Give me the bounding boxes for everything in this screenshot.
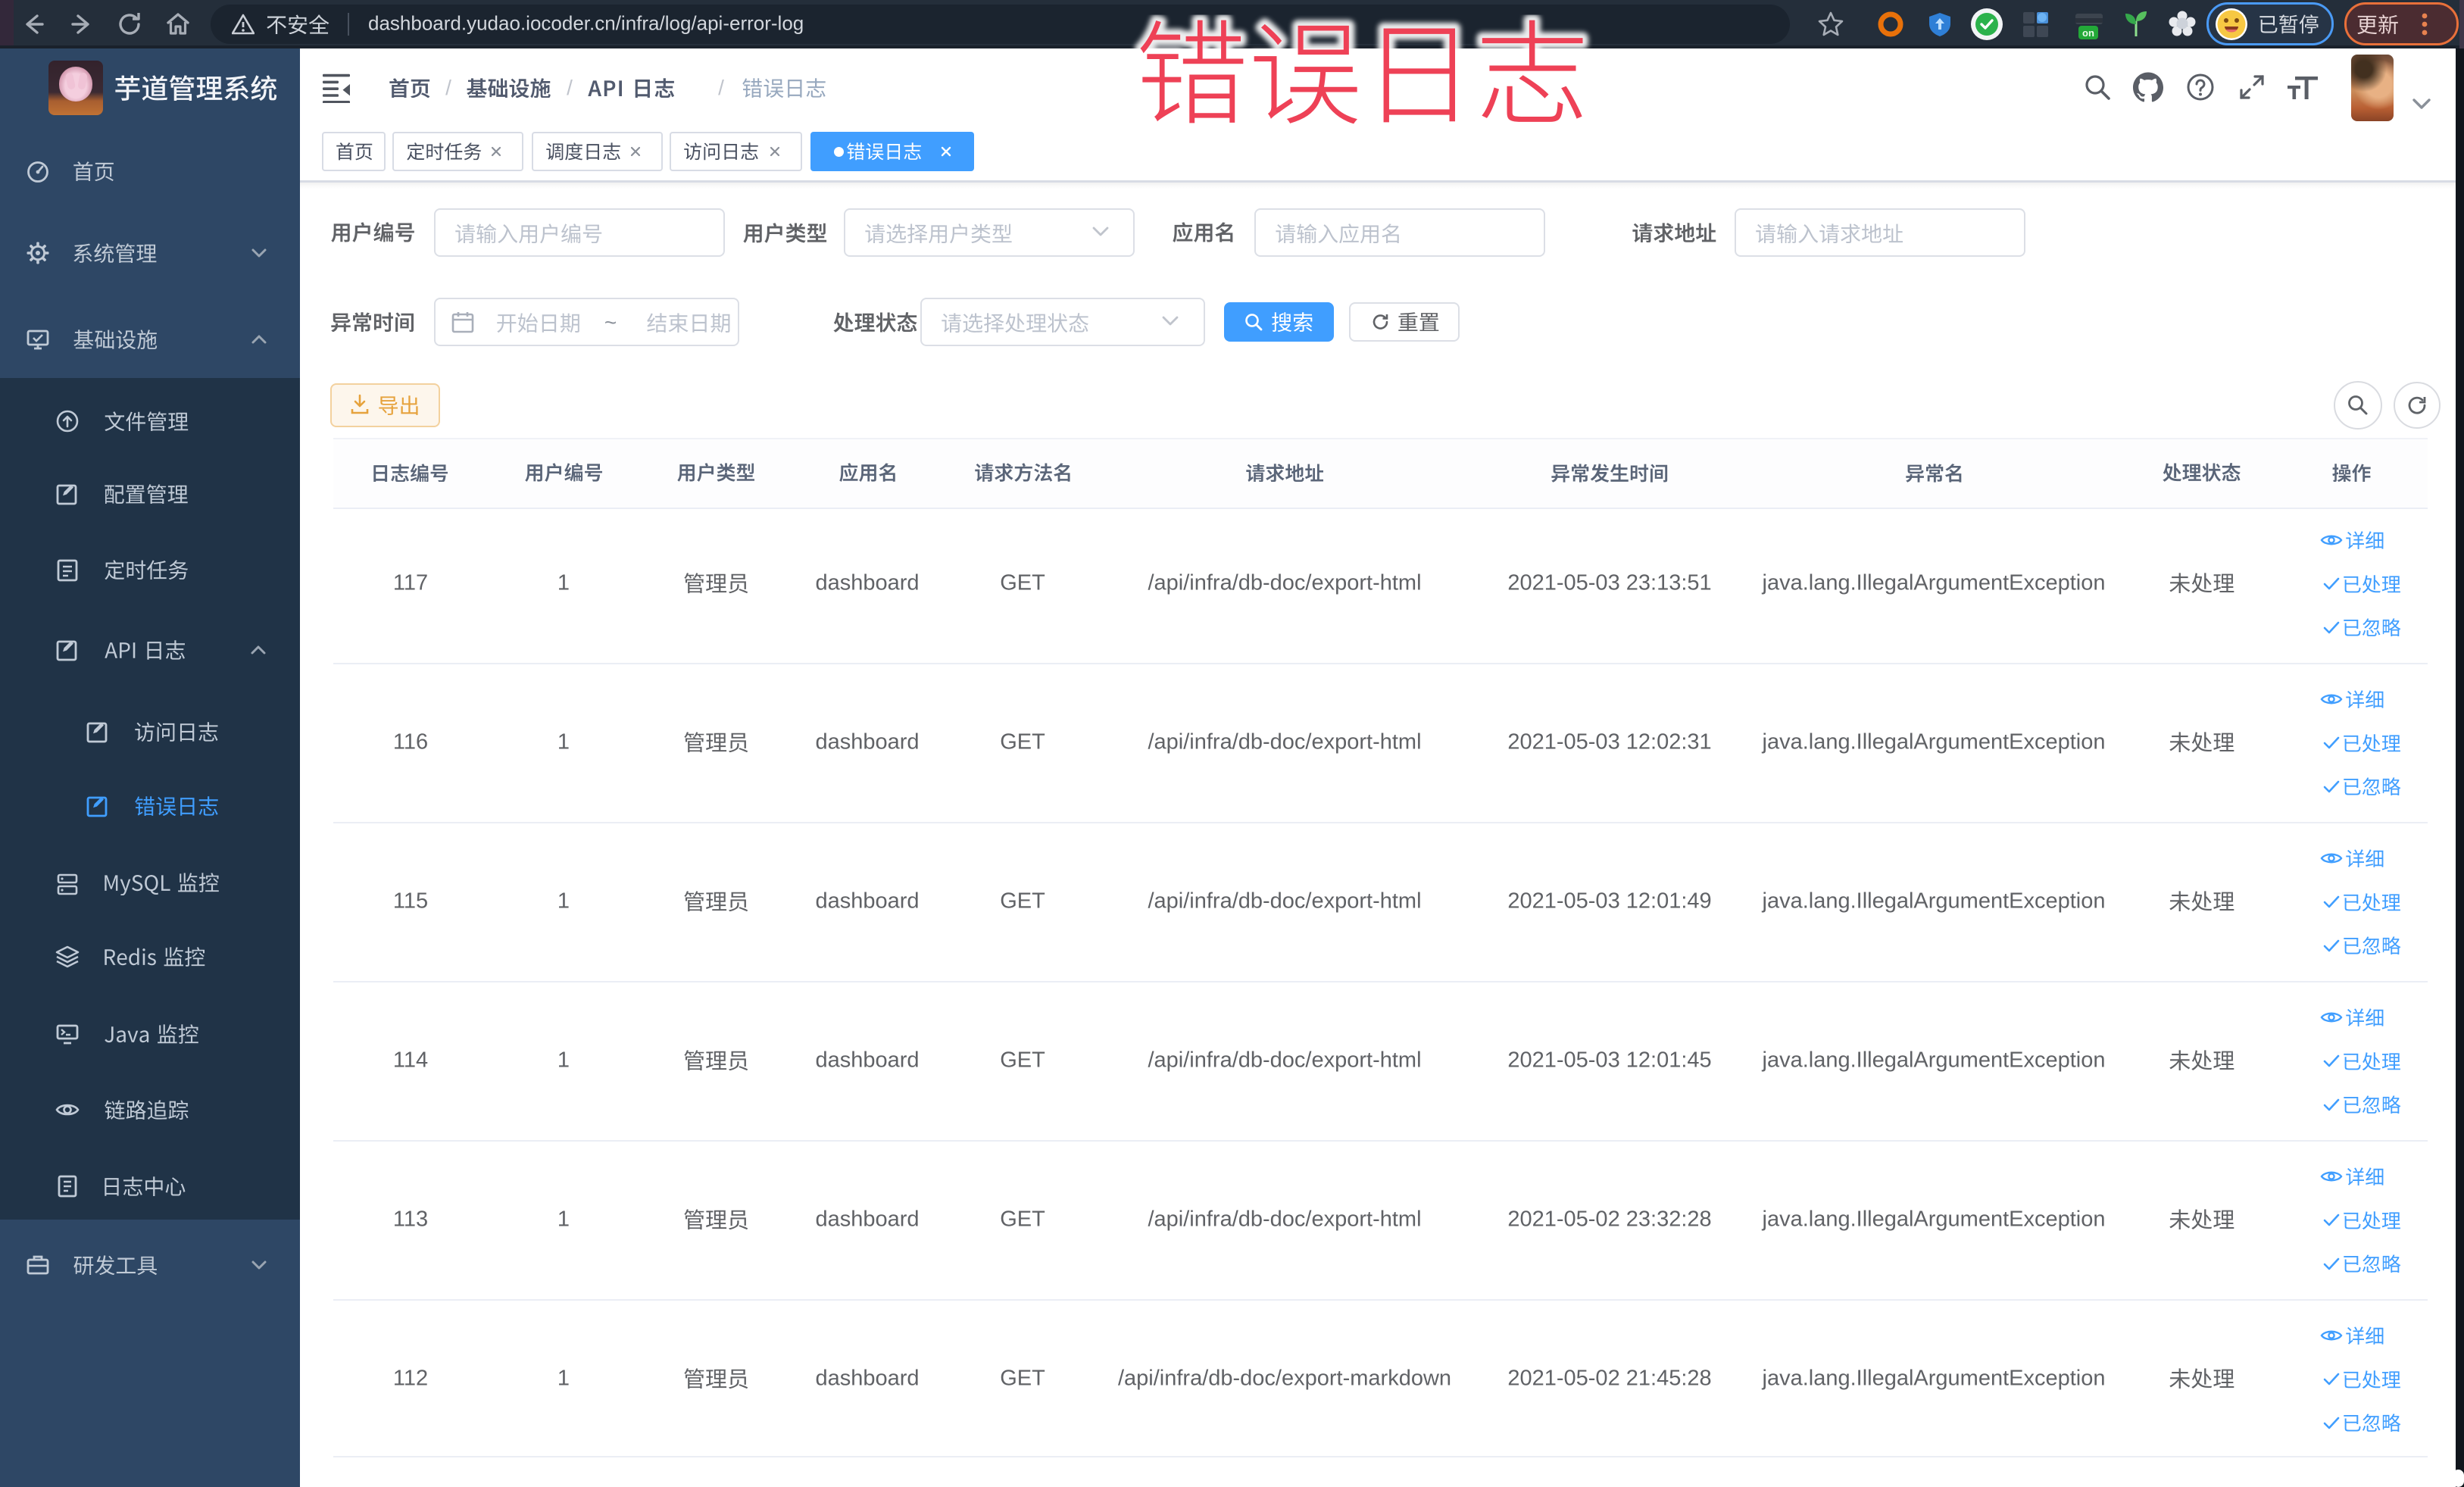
svg-text:on: on xyxy=(2082,27,2094,39)
